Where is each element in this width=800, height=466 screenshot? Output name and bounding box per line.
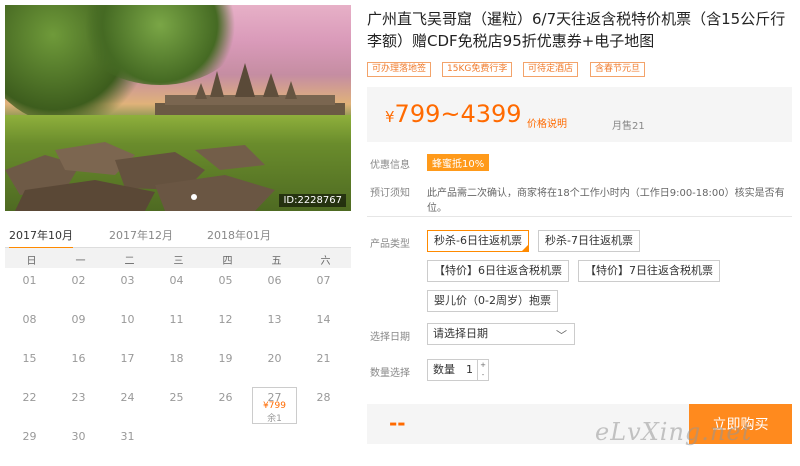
divider [367, 216, 792, 217]
weekday-label: 二 [124, 256, 135, 267]
quantity-stepper[interactable]: 数量 1 + - [427, 359, 489, 381]
calendar-day[interactable]: 22 [5, 391, 54, 404]
calendar-day[interactable]: 31 [103, 430, 152, 443]
notice-text: 此产品需二次确认，商家将在18个工作小时内（工作日9:00-18:00）核实是否… [427, 188, 785, 214]
calendar-day[interactable]: 13 [250, 313, 299, 326]
weekday-header: 日 一 二 三 四 五 六 [5, 248, 351, 268]
quantity-prefix: 数量 [433, 363, 455, 376]
price-value: 799~4399 [394, 100, 522, 128]
calendar-day[interactable]: 25 [152, 391, 201, 404]
calendar-day[interactable]: 21 [299, 352, 348, 365]
weekday-label: 一 [75, 256, 86, 267]
calendar-day[interactable]: 29 [5, 430, 54, 443]
increment-icon[interactable]: + [478, 360, 488, 370]
month-tab-2018-01[interactable]: 2018年01月 [207, 227, 271, 243]
product-title: 广州直飞吴哥窟（暹粒）6/7天往返含税特价机票（含15公斤行李额）赠CDF免税店… [367, 10, 786, 50]
calendar-day[interactable]: 20 [250, 352, 299, 365]
monthly-sales: 月售21 [612, 121, 645, 132]
chevron-down-icon: ﹀ [556, 329, 567, 342]
calendar-day[interactable]: 24 [103, 391, 152, 404]
feature-tag: 可待定酒店 [523, 62, 579, 77]
calendar-day[interactable]: 10 [103, 313, 152, 326]
notice-label: 预订须知 [370, 188, 410, 199]
calendar-day[interactable]: 06 [250, 274, 299, 287]
total-price: -- [389, 411, 406, 435]
calendar-day[interactable]: 26 [201, 391, 250, 404]
quantity-value: 1 [466, 363, 473, 376]
image-id-badge: ID:2228767 [279, 194, 346, 207]
calendar-day[interactable]: 11 [152, 313, 201, 326]
feature-tag: 含春节元旦 [590, 62, 646, 77]
decrement-icon[interactable]: - [478, 370, 488, 380]
calendar-day[interactable]: 07 [299, 274, 348, 287]
calendar-day[interactable]: 16 [54, 352, 103, 365]
product-type-option[interactable]: 婴儿价（0-2周岁）抱票 [427, 290, 558, 312]
product-type-option[interactable]: 【特价】7日往返含税机票 [578, 260, 720, 282]
carousel-dot[interactable] [191, 194, 197, 200]
calendar-day[interactable]: 19 [201, 352, 250, 365]
weekday-label: 六 [320, 256, 331, 267]
calendar-day[interactable]: 08 [5, 313, 54, 326]
calendar-day-stock: 余1 [267, 414, 282, 424]
calendar-day[interactable]: 30 [54, 430, 103, 443]
calendar-day[interactable]: 03 [103, 274, 152, 287]
calendar-day[interactable]: 04 [152, 274, 201, 287]
calendar-day[interactable]: 17 [103, 352, 152, 365]
calendar-day[interactable]: 12 [201, 313, 250, 326]
departure-calendar: 2017年10月 2017年12月 2018年01月 日 一 二 三 四 五 六… [5, 222, 351, 443]
promo-badge: 蜂蜜抵10% [427, 154, 490, 171]
currency-symbol: ¥ [385, 108, 395, 126]
feature-tag: 可办理落地签 [367, 62, 432, 77]
product-type-option[interactable]: 秒杀-7日往返机票 [538, 230, 640, 252]
weekday-label: 四 [222, 256, 233, 267]
calendar-day[interactable]: 15 [5, 352, 54, 365]
calendar-day[interactable]: 27 [250, 391, 299, 404]
promo-label: 优惠信息 [370, 160, 410, 171]
weekday-label: 五 [271, 256, 282, 267]
date-select[interactable]: 请选择日期 ﹀ [427, 323, 575, 345]
month-tabs: 2017年10月 2017年12月 2018年01月 [5, 222, 351, 249]
date-select-value: 请选择日期 [433, 327, 488, 340]
feature-tag: 15KG免费行李 [442, 62, 513, 77]
photo-rocks [5, 142, 275, 211]
quantity-step-buttons[interactable]: + - [477, 360, 488, 380]
product-photo[interactable]: ID:2228767 [5, 5, 351, 211]
product-type-label: 产品类型 [370, 239, 410, 250]
weekday-label: 三 [173, 256, 184, 267]
calendar-day[interactable]: 23 [54, 391, 103, 404]
month-tab-2017-10[interactable]: 2017年10月 [9, 227, 73, 249]
calendar-day[interactable]: 01 [5, 274, 54, 287]
site-watermark: eLvXing.net [595, 418, 753, 446]
calendar-day[interactable]: 05 [201, 274, 250, 287]
month-tab-2017-12[interactable]: 2017年12月 [109, 227, 173, 243]
calendar-day[interactable]: 02 [54, 274, 103, 287]
calendar-day[interactable]: 14 [299, 313, 348, 326]
quantity-label: 数量选择 [370, 368, 410, 379]
price-range: ¥799~4399 [385, 100, 522, 128]
calendar-day[interactable]: 18 [152, 352, 201, 365]
date-label: 选择日期 [370, 332, 410, 343]
price-explanation-link[interactable]: 价格说明 [527, 115, 567, 130]
calendar-day[interactable]: 28 [299, 391, 348, 404]
product-type-option[interactable]: 【特价】6日往返含税机票 [427, 260, 569, 282]
weekday-label: 日 [26, 256, 37, 267]
price-box: ¥799~4399 价格说明 月售21 [367, 87, 792, 142]
product-type-option-selected[interactable]: 秒杀-6日往返机票 [427, 230, 529, 252]
calendar-day[interactable]: 09 [54, 313, 103, 326]
